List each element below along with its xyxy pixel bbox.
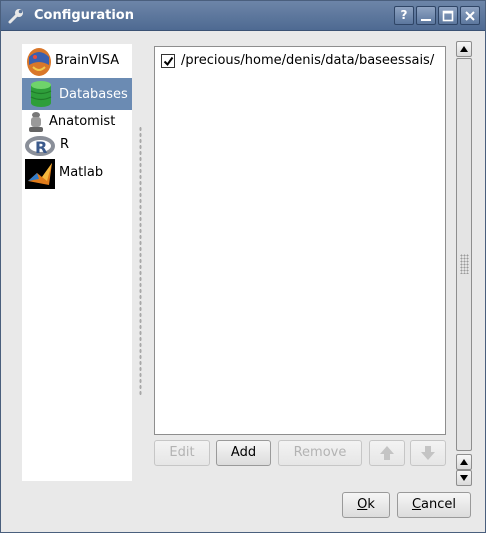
cancel-button[interactable]: Cancel (397, 492, 471, 518)
help-label: ? (400, 8, 408, 22)
add-button[interactable]: Add (216, 440, 271, 466)
list-item[interactable]: /precious/home/denis/data/baseessais/ (158, 52, 441, 72)
scroll-up-arrow-icon (460, 459, 468, 465)
title-bar[interactable]: Configuration ? (1, 1, 485, 31)
sidebar-item-label: R (60, 137, 70, 152)
database-path: /precious/home/denis/data/baseessais/ (181, 53, 435, 68)
edit-button-label: Edit (169, 445, 195, 460)
scroll-track[interactable] (456, 58, 472, 451)
ok-rest: k (367, 497, 375, 512)
cancel-mnemonic: C (411, 497, 422, 512)
maximize-icon (442, 10, 454, 22)
wrench-icon (7, 7, 25, 25)
move-up-button[interactable] (369, 440, 405, 466)
database-icon (29, 80, 53, 112)
sidebar-item-anatomist[interactable]: Anatomist (22, 111, 132, 133)
sidebar-item-r[interactable]: R R (22, 134, 132, 158)
minimize-button[interactable] (416, 6, 436, 25)
ok-button-label: Ok (357, 497, 375, 512)
configuration-window: Configuration ? BrainVISA Databases Anat… (0, 0, 486, 533)
close-button[interactable] (460, 6, 480, 25)
sidebar-item-matlab[interactable]: Matlab (22, 158, 132, 192)
maximize-button[interactable] (438, 6, 458, 25)
arrow-up-icon (380, 446, 394, 460)
cancel-rest: ancel (421, 497, 457, 512)
scroll-down-button[interactable] (456, 470, 472, 486)
scroll-down-arrow-icon (460, 475, 468, 481)
brainvisa-logo-icon (25, 45, 53, 81)
scroll-grip[interactable] (460, 254, 469, 274)
sidebar-item-label: BrainVISA (55, 53, 120, 68)
settings-sidebar: BrainVISA Databases Anatomist R R Matlab (22, 44, 132, 481)
close-icon (465, 11, 475, 21)
arrow-down-icon (421, 446, 435, 460)
database-enabled-checkbox[interactable] (161, 54, 175, 68)
window-title: Configuration (34, 8, 134, 23)
sidebar-item-label: Matlab (59, 165, 104, 180)
sidebar-item-databases[interactable]: Databases (22, 78, 132, 110)
cancel-button-label: Cancel (412, 497, 456, 512)
sidebar-item-label: Databases (59, 87, 128, 102)
splitter-handle[interactable] (139, 126, 142, 396)
scroll-up-button-lower[interactable] (456, 454, 472, 470)
ok-button[interactable]: Ok (342, 492, 390, 518)
scroll-up-arrow-icon (460, 46, 468, 52)
vertical-scrollbar[interactable] (456, 41, 472, 486)
remove-button-label: Remove (293, 445, 347, 460)
check-icon (163, 56, 174, 67)
ok-mnemonic: O (357, 497, 368, 512)
matlab-logo-icon (25, 159, 55, 193)
remove-button[interactable]: Remove (278, 440, 362, 466)
minimize-icon (421, 19, 431, 21)
move-down-button[interactable] (410, 440, 446, 466)
sidebar-item-brainvisa[interactable]: BrainVISA (22, 44, 132, 76)
scroll-up-button[interactable] (456, 41, 472, 57)
database-list[interactable]: /precious/home/denis/data/baseessais/ (154, 46, 446, 435)
svg-text:R: R (35, 138, 47, 157)
add-button-label: Add (230, 445, 257, 460)
sidebar-item-label: Anatomist (49, 114, 116, 129)
edit-button[interactable]: Edit (154, 440, 210, 466)
help-button[interactable]: ? (394, 6, 414, 25)
